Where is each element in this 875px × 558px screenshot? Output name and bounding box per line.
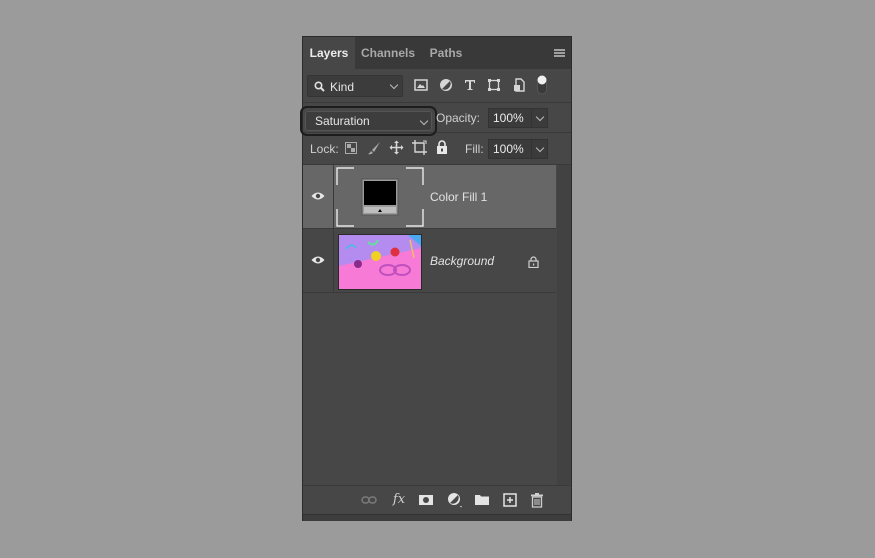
blend-row: Saturation Opacity: 100% xyxy=(300,103,571,136)
lock-transparent-pixels-icon[interactable] xyxy=(345,142,357,154)
fill-label: Fill: xyxy=(465,142,484,156)
visibility-toggle[interactable] xyxy=(303,229,334,293)
blend-mode-highlight: Saturation xyxy=(300,106,437,136)
pixel-layer-filter-icon[interactable] xyxy=(413,77,429,93)
adjustment-layer-filter-icon[interactable] xyxy=(438,77,454,93)
new-group-icon[interactable] xyxy=(474,492,490,508)
layer-row-color-fill-1[interactable]: Color Fill 1 xyxy=(303,165,556,229)
chevron-down-icon xyxy=(535,112,545,122)
opacity-input[interactable]: 100% xyxy=(488,108,532,128)
opacity-label: Opacity: xyxy=(436,111,481,125)
lock-artboard-icon[interactable] xyxy=(412,140,427,155)
visibility-toggle[interactable] xyxy=(303,165,334,229)
add-mask-icon[interactable] xyxy=(418,492,434,508)
bottom-toolbar: fx xyxy=(303,485,571,514)
chevron-down-icon xyxy=(535,143,545,153)
layers-list: Color Fill 1 Background xyxy=(303,165,556,485)
panel-resize-grip[interactable] xyxy=(303,514,571,521)
delete-layer-icon[interactable] xyxy=(529,492,545,508)
layer-row-background[interactable]: Background xyxy=(303,229,556,293)
new-adjustment-layer-icon[interactable] xyxy=(447,492,463,508)
tab-layers[interactable]: Layers xyxy=(303,37,355,69)
type-layer-filter-icon[interactable] xyxy=(462,77,478,93)
search-icon xyxy=(314,81,325,92)
opacity-dropdown-button[interactable] xyxy=(531,108,548,128)
layers-scrollbar[interactable] xyxy=(557,165,571,485)
eye-icon xyxy=(311,256,325,264)
new-layer-icon[interactable] xyxy=(502,492,518,508)
lock-row: Lock: Fill: 100% xyxy=(303,133,571,165)
layer-thumbnail-fill[interactable] xyxy=(336,167,424,227)
lock-position-icon[interactable] xyxy=(389,140,404,155)
lock-image-pixels-icon[interactable] xyxy=(367,141,381,155)
layer-thumbnail-background[interactable] xyxy=(338,234,422,290)
layer-lock-icon xyxy=(528,256,539,268)
link-layers-icon[interactable] xyxy=(361,492,377,508)
shape-layer-filter-icon[interactable] xyxy=(486,77,502,93)
smart-object-filter-icon[interactable] xyxy=(511,77,527,93)
kind-filter-select[interactable]: Kind xyxy=(307,75,403,97)
layer-name: Background xyxy=(430,254,495,268)
chevron-down-icon xyxy=(389,80,399,90)
filter-row: Kind xyxy=(303,69,571,103)
fill-dropdown-button[interactable] xyxy=(531,139,548,159)
fx-icon[interactable]: fx xyxy=(391,492,407,508)
kind-filter-label: Kind xyxy=(330,80,355,94)
tab-channels[interactable]: Channels xyxy=(357,37,419,69)
layer-name: Color Fill 1 xyxy=(430,190,488,204)
filter-toggle-icon[interactable] xyxy=(536,74,548,96)
eye-icon xyxy=(311,192,325,200)
blend-mode-value: Saturation xyxy=(315,114,370,128)
blend-mode-select[interactable]: Saturation xyxy=(305,111,432,131)
layers-panel: Layers Channels Paths Kind Saturation Op… xyxy=(300,36,572,521)
lock-label: Lock: xyxy=(310,142,339,156)
panel-menu-icon[interactable] xyxy=(554,49,565,57)
panel-tab-bar: Layers Channels Paths xyxy=(303,37,571,69)
lock-all-icon[interactable] xyxy=(436,140,448,154)
chevron-down-icon xyxy=(419,116,429,126)
fill-input[interactable]: 100% xyxy=(488,139,532,159)
tab-paths[interactable]: Paths xyxy=(421,37,471,69)
